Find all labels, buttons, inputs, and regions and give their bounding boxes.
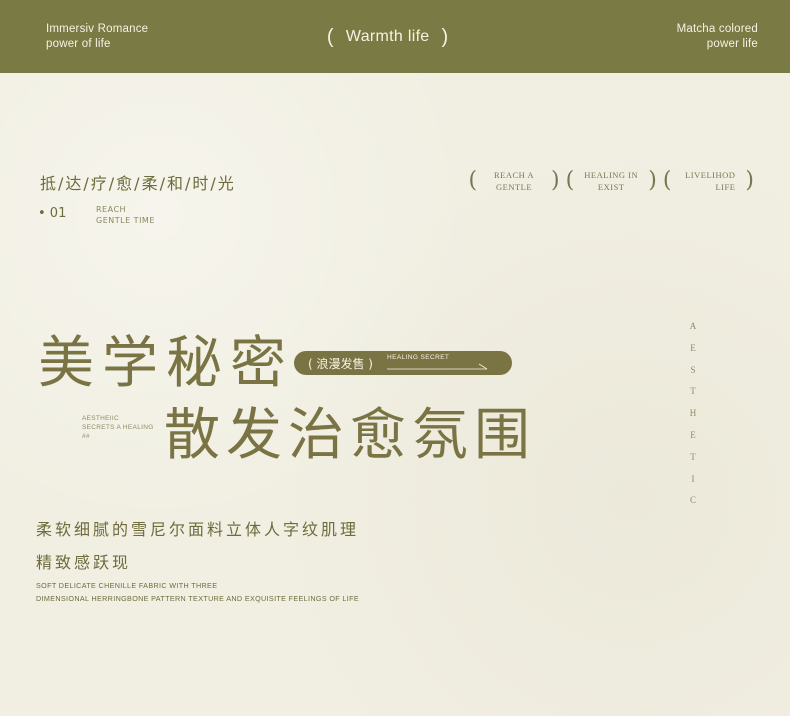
aside-line1: AESTHEIIC <box>82 415 120 422</box>
banner-right-line1: Matcha colored <box>676 22 758 35</box>
tag-line1: LIVELIHOD <box>685 169 736 180</box>
tag-open-paren: ( <box>565 168 575 193</box>
description-en: SOFT DELICATE CHENILLE FABRIC WITH THREE… <box>36 579 359 605</box>
tag-open-paren: ( <box>662 168 672 193</box>
tag-line2: LIFE <box>715 181 736 192</box>
section-number: • 01 <box>38 206 67 221</box>
pill-en-label: HEALING SECRET <box>387 354 450 361</box>
vertical-letter: S <box>690 364 696 375</box>
arrow-right-icon <box>387 363 488 370</box>
vertical-letter: T <box>690 451 696 462</box>
aside-line2: SECRETS A HEALING <box>82 424 154 431</box>
tag-close-paren: ) <box>648 168 657 193</box>
hero-title-line1: 美学秘密 <box>38 331 294 396</box>
healing-secret-pill: ( 浪漫发售 ) HEALING SECRET <box>294 351 512 375</box>
description-cn: 柔软细腻的雪尼尔面料立体人字纹肌理 精致感跃现 <box>36 513 359 579</box>
tag-close-paren: ) <box>551 168 560 193</box>
banner-right-text: Matcha colored power life <box>677 22 758 52</box>
vertical-letter: E <box>690 342 696 353</box>
description-cn-line2: 精致感跃现 <box>36 553 132 572</box>
tag-close-paren: ) <box>745 168 754 193</box>
description-en-line2: DIMENSIONAL HERRINGBONE PATTERN TEXTURE … <box>36 594 359 603</box>
banner-center-text: Warmth life <box>345 27 430 45</box>
tag-livelihod-life: ( LIVELIHOD LIFE ) <box>663 168 754 193</box>
tag-healing-exist: ( HEALING IN EXIST ) <box>566 168 657 193</box>
tag-text: HEALING IN EXIST <box>584 169 638 193</box>
tag-line1: HEALING IN <box>584 169 639 180</box>
tag-line1: REACH A <box>493 169 535 180</box>
tag-reach-gentle: ( REACH A GENTLE ) <box>468 168 559 193</box>
banner-open-paren: ( <box>326 25 334 48</box>
vertical-letter: E <box>690 429 696 440</box>
vertical-aesthetic-text: A E S T H E T I C <box>686 316 700 512</box>
banner-left-text: Immersiv Romance power of life <box>46 22 148 52</box>
description-en-line1: SOFT DELICATE CHENILLE FABRIC WITH THREE <box>36 581 218 590</box>
banner-close-paren: ) <box>441 25 449 48</box>
hero-title-line2: 散发治愈氛围 <box>164 403 536 468</box>
vertical-letter: T <box>690 386 696 397</box>
tag-line2: GENTLE <box>496 181 533 192</box>
vertical-letter: A <box>689 321 697 331</box>
vertical-letter: I <box>691 473 695 484</box>
tag-text: REACH A GENTLE <box>487 169 541 193</box>
tag-text: LIVELIHOD LIFE <box>681 169 735 193</box>
tag-open-paren: ( <box>468 168 478 193</box>
vertical-letter: C <box>689 495 696 506</box>
aside-caption: AESTHEIIC SECRETS A HEALING ## <box>82 414 154 441</box>
banner-left-line2: power of life <box>46 37 111 50</box>
section-title-cn: 抵/达/疗/愈/柔/和/时/光 <box>40 174 236 193</box>
banner-center-title: ( Warmth life ) <box>327 27 449 47</box>
aside-line3: ## <box>82 433 90 440</box>
tag-group: ( REACH A GENTLE ) ( HEALING IN EXIST ) … <box>468 168 754 193</box>
banner-right-line2: power life <box>706 37 758 50</box>
section-subtitle: REACH GENTLE TIME <box>96 204 155 226</box>
pill-cn-label: ( 浪漫发售 ) <box>308 357 373 371</box>
description-cn-line1: 柔软细腻的雪尼尔面料立体人字纹肌理 <box>36 520 360 539</box>
banner-left-line1: Immersiv Romance <box>46 22 149 35</box>
vertical-letter: H <box>689 408 697 419</box>
top-banner: Immersiv Romance power of life ( Warmth … <box>0 0 790 73</box>
tag-line2: EXIST <box>597 181 625 192</box>
section-sub-line2: GENTLE TIME <box>96 216 155 225</box>
section-sub-line1: REACH <box>96 205 127 214</box>
